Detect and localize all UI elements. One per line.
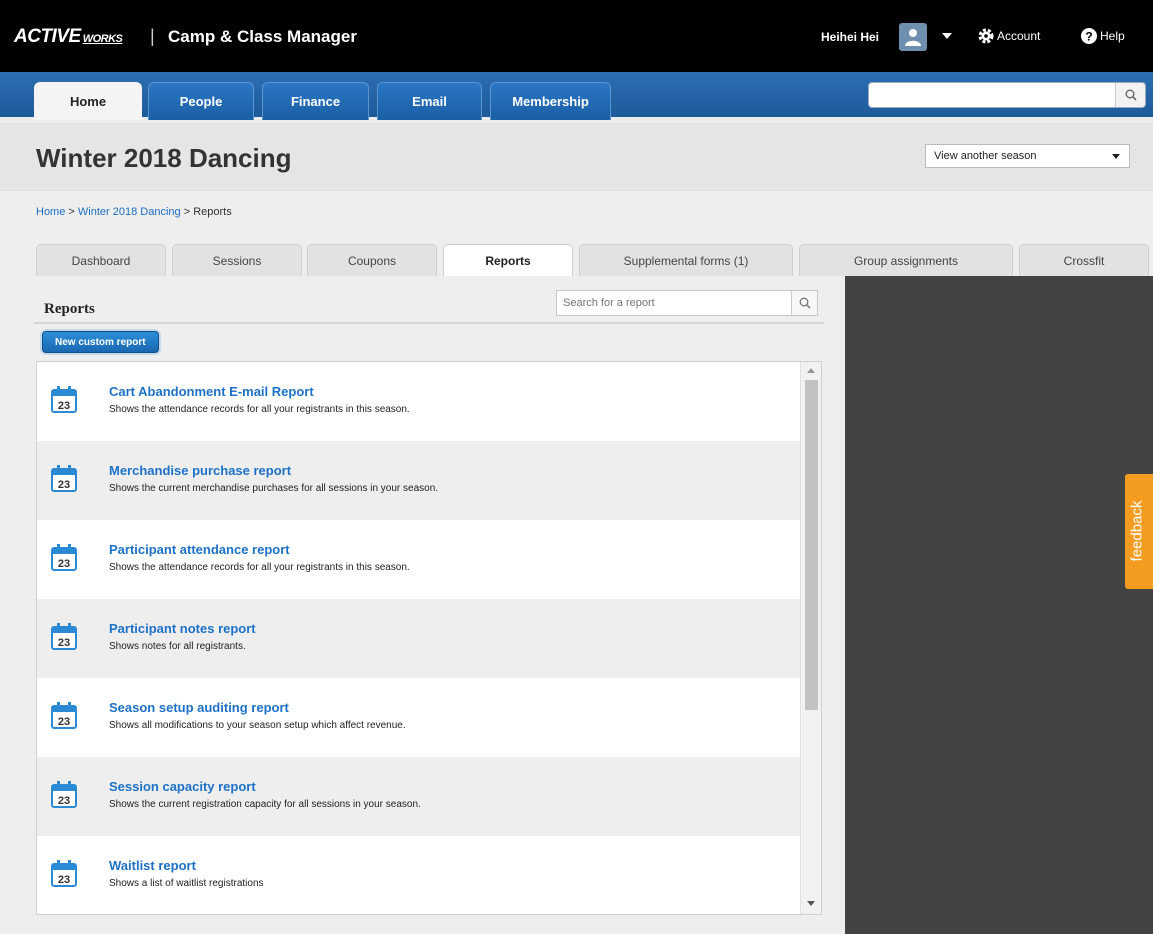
report-link[interactable]: Merchandise purchase report [109, 463, 291, 478]
season-select[interactable]: View another season [925, 144, 1130, 168]
svg-text:23: 23 [58, 558, 70, 570]
svg-text:23: 23 [58, 716, 70, 728]
report-link[interactable]: Session capacity report [109, 779, 256, 794]
breadcrumb-separator: > [183, 206, 191, 218]
gear-icon [978, 28, 994, 44]
report-search[interactable] [556, 290, 818, 316]
list-item[interactable]: 23 Session capacity report Shows the cur… [37, 757, 802, 836]
tab-supplemental-forms[interactable]: Supplemental forms (1) [579, 244, 793, 276]
side-panel [845, 276, 1153, 934]
global-search-button[interactable] [1115, 83, 1145, 107]
report-link[interactable]: Cart Abandonment E-mail Report [109, 384, 314, 399]
tab-home[interactable]: Home [34, 82, 142, 120]
search-icon [1125, 89, 1137, 101]
help-link[interactable]: ? Help [1080, 27, 1125, 45]
svg-text:23: 23 [58, 874, 70, 886]
scrollbar-thumb[interactable] [805, 380, 818, 710]
report-search-input[interactable] [557, 291, 787, 315]
svg-text:23: 23 [58, 795, 70, 807]
global-search[interactable] [868, 82, 1146, 108]
divider [34, 322, 824, 324]
account-link[interactable]: Account [977, 27, 1040, 45]
report-link[interactable]: Participant attendance report [109, 542, 290, 557]
help-label: Help [1100, 29, 1125, 43]
report-description: Shows the current registration capacity … [109, 799, 421, 810]
svg-text:?: ? [1085, 30, 1092, 44]
season-select-value: View another season [934, 150, 1037, 162]
report-description: Shows a list of waitlist registrations [109, 878, 264, 889]
account-label: Account [997, 29, 1041, 43]
report-link[interactable]: Participant notes report [109, 621, 256, 636]
calendar-icon: 23 [51, 781, 77, 808]
logo-main-text: ACTIVE [14, 26, 81, 47]
scroll-up-arrow-icon[interactable] [807, 368, 815, 373]
tab-email[interactable]: Email [377, 82, 482, 120]
user-name[interactable]: Heihei Hei [821, 30, 879, 44]
tab-coupons[interactable]: Coupons [307, 244, 437, 276]
report-description: Shows the current merchandise purchases … [109, 483, 439, 494]
tab-reports[interactable]: Reports [443, 244, 573, 277]
tab-membership[interactable]: Membership [490, 82, 611, 120]
breadcrumb: Home > Winter 2018 Dancing > Reports [36, 206, 232, 218]
calendar-icon: 23 [51, 386, 77, 413]
feedback-button[interactable]: feedback [1125, 474, 1153, 589]
reports-panel: Reports New custom report 23 Cart Abando… [34, 276, 824, 916]
calendar-icon: 23 [51, 465, 77, 492]
chevron-down-icon [1112, 154, 1120, 159]
tab-people[interactable]: People [148, 82, 254, 120]
header-separator: | [150, 26, 155, 46]
avatar[interactable] [899, 23, 927, 51]
breadcrumb-home[interactable]: Home [36, 206, 65, 218]
breadcrumb-season[interactable]: Winter 2018 Dancing [78, 206, 181, 218]
report-list[interactable]: 23 Cart Abandonment E-mail Report Shows … [36, 361, 822, 915]
list-item[interactable]: 23 Participant attendance report Shows t… [37, 520, 802, 599]
list-item[interactable]: 23 Cart Abandonment E-mail Report Shows … [37, 362, 802, 441]
breadcrumb-separator: > [68, 206, 75, 218]
season-header: Winter 2018 Dancing View another season [0, 123, 1153, 191]
report-link[interactable]: Waitlist report [109, 858, 196, 873]
svg-text:23: 23 [58, 637, 70, 649]
breadcrumb-current: Reports [193, 206, 232, 218]
svg-text:23: 23 [58, 400, 70, 412]
list-item[interactable]: 23 Waitlist report Shows a list of waitl… [37, 836, 802, 914]
tab-crossfit[interactable]: Crossfit [1019, 244, 1149, 276]
new-custom-report-button[interactable]: New custom report [42, 331, 159, 353]
report-description: Shows the attendance records for all you… [109, 404, 410, 415]
user-menu-chevron-down-icon[interactable] [942, 33, 952, 39]
top-bar: ACTIVE WORKS | Camp & Class Manager Heihe… [0, 0, 1153, 72]
scrollbar[interactable] [800, 362, 821, 914]
calendar-icon: 23 [51, 860, 77, 887]
report-description: Shows notes for all registrants. [109, 641, 246, 652]
list-item[interactable]: 23 Season setup auditing report Shows al… [37, 678, 802, 757]
user-icon [905, 29, 921, 46]
list-item[interactable]: 23 Merchandise purchase report Shows the… [37, 441, 802, 520]
report-link[interactable]: Season setup auditing report [109, 700, 289, 715]
page-title: Winter 2018 Dancing [36, 143, 292, 173]
calendar-icon: 23 [51, 702, 77, 729]
calendar-icon: 23 [51, 623, 77, 650]
report-description: Shows the attendance records for all you… [109, 562, 410, 573]
report-description: Shows all modifications to your season s… [109, 720, 406, 731]
tab-dashboard[interactable]: Dashboard [36, 244, 166, 276]
search-icon [799, 297, 811, 309]
logo-works-text: WORKS [82, 33, 123, 45]
reports-heading: Reports [44, 301, 95, 317]
list-item[interactable]: 23 Participant notes report Shows notes … [37, 599, 802, 678]
tab-finance[interactable]: Finance [262, 82, 369, 120]
app-title: Camp & Class Manager [168, 27, 357, 46]
tab-group-assignments[interactable]: Group assignments [799, 244, 1013, 276]
activeworks-logo[interactable]: ACTIVE WORKS [14, 26, 123, 48]
scroll-down-arrow-icon[interactable] [807, 901, 815, 906]
tab-sessions[interactable]: Sessions [172, 244, 302, 276]
svg-text:23: 23 [58, 479, 70, 491]
question-circle-icon: ? [1081, 28, 1097, 44]
feedback-label: feedback [1128, 500, 1146, 562]
calendar-icon: 23 [51, 544, 77, 571]
report-search-button[interactable] [791, 291, 817, 315]
